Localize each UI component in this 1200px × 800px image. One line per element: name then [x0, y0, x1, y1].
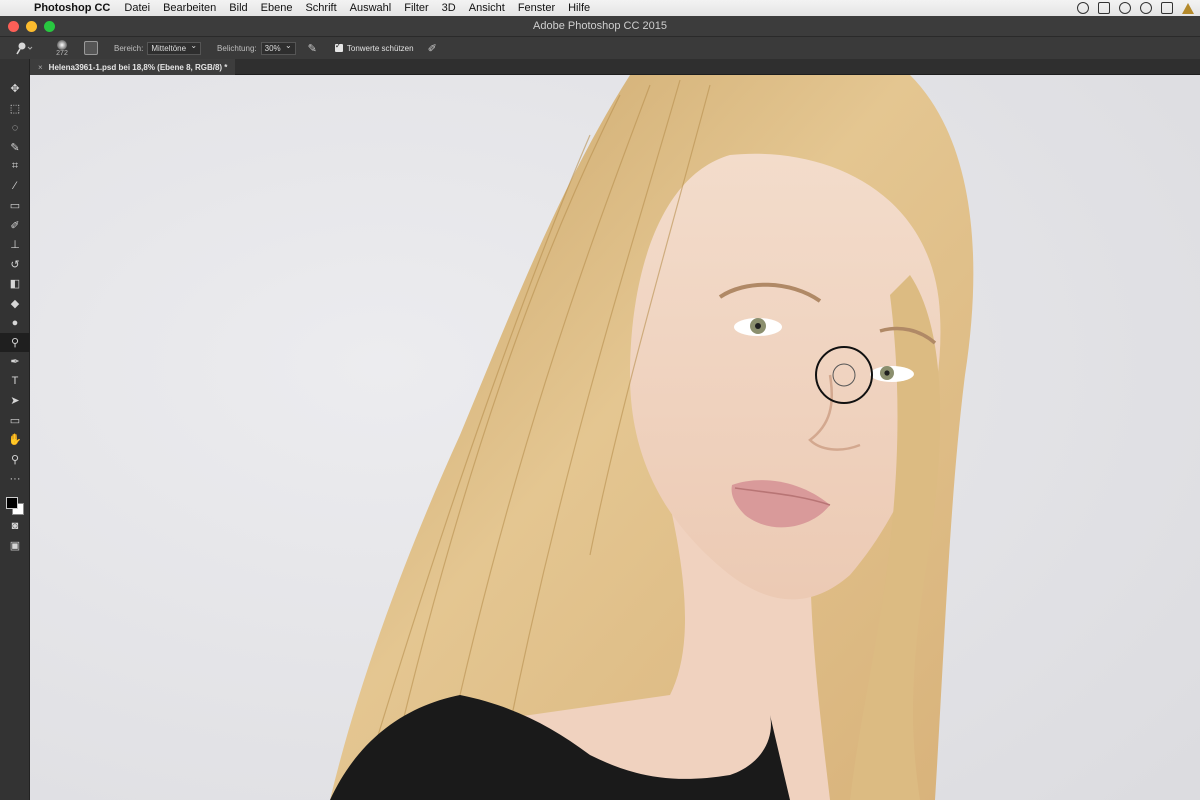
paint-bucket-tool-icon[interactable]: ◆	[0, 294, 30, 314]
upload-icon[interactable]	[1161, 2, 1173, 14]
quick-selection-tool-icon[interactable]: ✎	[0, 138, 30, 158]
pressure-size-icon[interactable]: ✐	[428, 42, 437, 55]
document-tab[interactable]: × Helena3961-1.psd bei 18,8% (Ebene 8, R…	[30, 59, 236, 75]
brush-tool-icon[interactable]: ✐	[0, 216, 30, 236]
document-tab-label: Helena3961-1.psd bei 18,8% (Ebene 8, RGB…	[48, 62, 228, 72]
dodge-tool-icon	[16, 42, 33, 55]
foreground-color-swatch[interactable]	[6, 496, 18, 509]
rectangle-tool-icon[interactable]: ▭	[0, 411, 30, 431]
menu-bild[interactable]: Bild	[229, 2, 247, 14]
menu-app-name[interactable]: Photoshop CC	[34, 2, 110, 14]
healing-brush-tool-icon[interactable]: ▭	[0, 196, 30, 216]
record-icon[interactable]	[1077, 2, 1089, 14]
menu-ebene[interactable]: Ebene	[261, 2, 293, 14]
quick-mask-icon[interactable]: ◙	[0, 517, 30, 537]
brush-size-value: 272	[56, 49, 68, 57]
close-document-button[interactable]: ×	[38, 63, 43, 72]
protect-tones-label: Tonwerte schützen	[346, 43, 414, 53]
tools-panel: ✥ ⬚ ◌ ✎ ⌗ ⁄ ▭ ✐ ⊥ ↺ ◧ ◆ ● ⚲ ✒ T ➤ ▭ ✋ ⚲ …	[0, 59, 30, 800]
macos-menu-bar: Photoshop CC Datei Bearbeiten Bild Ebene…	[0, 0, 1200, 16]
crop-tool-icon[interactable]: ⌗	[0, 157, 30, 177]
exposure-label: Belichtung:	[217, 43, 257, 53]
type-tool-icon[interactable]: T	[0, 372, 30, 392]
history-brush-tool-icon[interactable]: ↺	[0, 255, 30, 275]
right-pupil	[884, 370, 890, 376]
tool-preset-picker[interactable]	[12, 41, 38, 55]
tool-options-bar: 272 Bereich: Mitteltöne Belichtung: 30% …	[0, 37, 1200, 59]
panel-grip[interactable]	[0, 59, 29, 79]
exposure-input[interactable]: 30%	[260, 41, 296, 55]
brush-panel-icon[interactable]	[84, 41, 98, 55]
range-label: Bereich:	[114, 43, 144, 53]
menu-auswahl[interactable]: Auswahl	[350, 2, 392, 14]
checkbox-checked-icon[interactable]	[334, 41, 343, 52]
lasso-tool-icon[interactable]: ◌	[0, 118, 30, 138]
color-swatches	[0, 489, 29, 517]
blur-tool-icon[interactable]: ●	[0, 313, 30, 333]
menu-status-area	[1068, 0, 1194, 16]
menu-schrift[interactable]: Schrift	[305, 2, 336, 14]
screen-mode-icon[interactable]: ▣	[0, 536, 30, 556]
brush-preset-picker[interactable]: 272	[48, 39, 76, 57]
path-selection-tool-icon[interactable]: ➤	[0, 391, 30, 411]
menu-bearbeiten[interactable]: Bearbeiten	[163, 2, 216, 14]
airbrush-icon[interactable]: ✎	[308, 42, 317, 55]
menu-hilfe[interactable]: Hilfe	[568, 2, 590, 14]
protect-tones-checkbox[interactable]: Tonwerte schützen	[334, 41, 414, 53]
creative-cloud-sync-icon[interactable]	[1119, 2, 1131, 14]
brush-tip-icon	[57, 39, 67, 50]
dodge-tool-icon[interactable]: ⚲	[0, 332, 30, 352]
left-pupil	[755, 323, 761, 329]
move-tool-icon[interactable]: ✥	[0, 79, 30, 99]
menu-ansicht[interactable]: Ansicht	[469, 2, 505, 14]
marquee-tool-icon[interactable]: ⬚	[0, 99, 30, 119]
portrait-photo	[30, 75, 1200, 800]
creative-cloud-icon[interactable]	[1140, 2, 1152, 14]
menu-datei[interactable]: Datei	[124, 2, 150, 14]
clone-stamp-tool-icon[interactable]: ⊥	[0, 235, 30, 255]
window-title: Adobe Photoshop CC 2015	[533, 20, 667, 32]
hand-tool-icon[interactable]: ✋	[0, 430, 30, 450]
window-title-bar: Adobe Photoshop CC 2015	[0, 16, 1200, 37]
eraser-tool-icon[interactable]: ◧	[0, 274, 30, 294]
document-canvas[interactable]	[30, 75, 1200, 800]
range-select[interactable]: Mitteltöne	[147, 41, 202, 55]
document-tab-bar: × Helena3961-1.psd bei 18,8% (Ebene 8, R…	[30, 59, 1200, 75]
menu-fenster[interactable]: Fenster	[518, 2, 555, 14]
menu-3d[interactable]: 3D	[442, 2, 456, 14]
dropbox-icon[interactable]	[1098, 2, 1110, 14]
pen-tool-icon[interactable]: ✒	[0, 352, 30, 372]
vlc-icon[interactable]	[1182, 2, 1194, 14]
more-tools-icon[interactable]: ···	[0, 469, 30, 489]
eyedropper-tool-icon[interactable]: ⁄	[0, 177, 30, 197]
menu-filter[interactable]: Filter	[404, 2, 428, 14]
zoom-tool-icon[interactable]: ⚲	[0, 450, 30, 470]
